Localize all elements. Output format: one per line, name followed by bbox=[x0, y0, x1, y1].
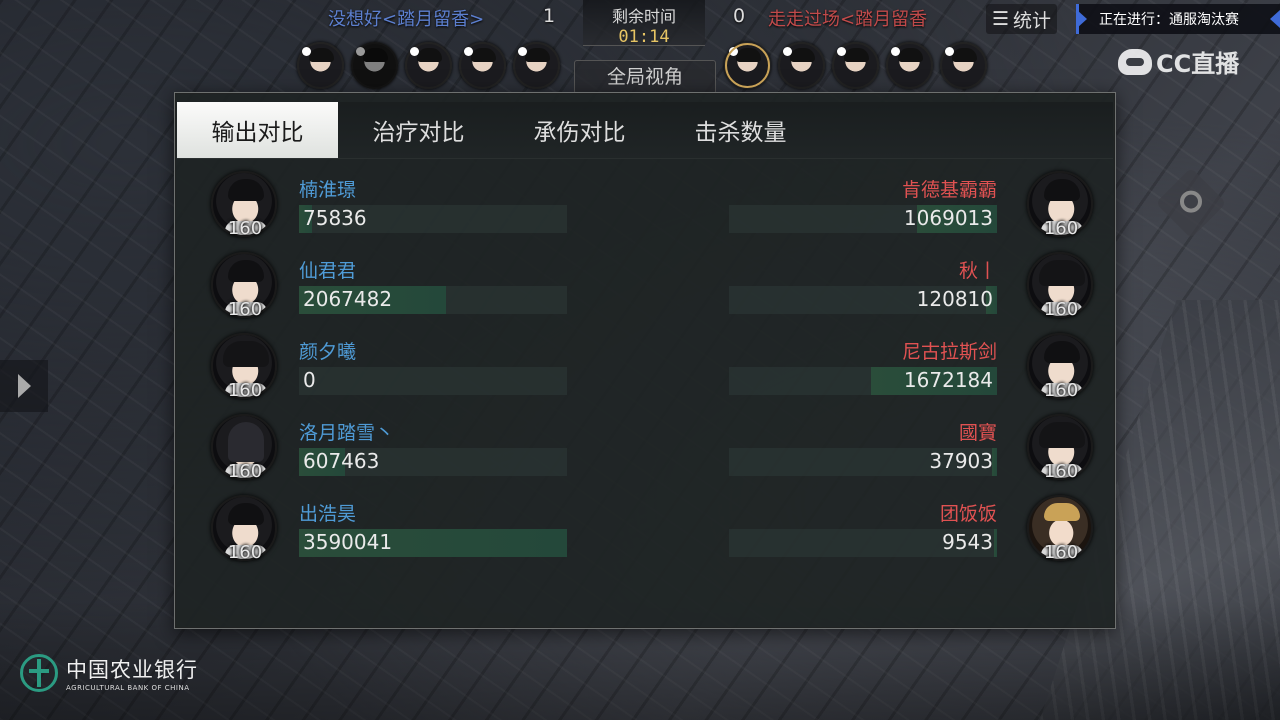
bank-logo-icon bbox=[20, 654, 58, 692]
damage-value: 37903 bbox=[929, 449, 993, 473]
team-left-score: 1 bbox=[543, 5, 556, 27]
damage-bar: 1672184 bbox=[729, 367, 997, 395]
team-right-portraits bbox=[724, 42, 987, 89]
team-right-portrait[interactable] bbox=[886, 42, 933, 89]
damage-value: 1069013 bbox=[903, 206, 993, 230]
damage-bar: 37903 bbox=[729, 448, 997, 476]
timer-value: 01:14 bbox=[618, 27, 670, 47]
player-level: 160 bbox=[227, 542, 263, 563]
damage-value: 9543 bbox=[942, 530, 993, 554]
damage-bar: 9543 bbox=[729, 529, 997, 557]
team-left-portrait[interactable] bbox=[351, 42, 398, 89]
player-name: 洛月踏雪丶 bbox=[299, 422, 395, 444]
player-name: 出浩昊 bbox=[299, 503, 357, 525]
damage-value: 2067482 bbox=[303, 287, 393, 311]
match-hud: 没想好<踏月留香> 1 剩余时间 01:14 0 走走过场<踏月留香 ☰ 统计 … bbox=[0, 0, 1280, 94]
damage-bar: 2067482 bbox=[299, 286, 567, 314]
team-left-portraits bbox=[297, 42, 560, 89]
player-level: 160 bbox=[227, 461, 263, 482]
team-left-portrait[interactable] bbox=[459, 42, 506, 89]
stats-label: 统计 bbox=[1013, 9, 1052, 32]
damage-value: 120810 bbox=[916, 287, 993, 311]
bank-name-en: AGRICULTURAL BANK OF CHINA bbox=[66, 684, 190, 692]
team-left-portrait[interactable] bbox=[513, 42, 560, 89]
player-name: 肯德基霸霸 bbox=[901, 179, 997, 201]
cc-live-watermark: CC直播 bbox=[1118, 44, 1239, 79]
player-name: 秋丨 bbox=[958, 260, 997, 282]
player-name: 团饭饭 bbox=[939, 503, 997, 525]
stats-button[interactable]: ☰ 统计 bbox=[986, 4, 1058, 34]
live-banner: 正在进行：通服淘汰赛 bbox=[1076, 4, 1280, 34]
team-right-portrait[interactable] bbox=[832, 42, 879, 89]
chevron-left-icon bbox=[1270, 10, 1280, 28]
damage-bar: 1069013 bbox=[729, 205, 997, 233]
cc-logo-text: CC直播 bbox=[1156, 50, 1240, 78]
live-text: 正在进行：通服淘汰赛 bbox=[1099, 12, 1239, 28]
player-name: 颜夕曦 bbox=[299, 341, 357, 363]
damage-bar: 0 bbox=[299, 367, 567, 395]
side-expand-button[interactable] bbox=[0, 360, 48, 412]
bank-name-cn: 中国农业银行 bbox=[66, 658, 198, 682]
tab-healing[interactable]: 治疗对比 bbox=[338, 102, 499, 158]
menu-icon: ☰ bbox=[992, 8, 1010, 30]
player-level: 160 bbox=[1043, 218, 1079, 239]
player-name: 國寶 bbox=[958, 422, 997, 444]
match-timer: 剩余时间 01:14 bbox=[583, 0, 705, 47]
damage-bar: 75836 bbox=[299, 205, 567, 233]
damage-value: 1672184 bbox=[903, 368, 993, 392]
exit-icon bbox=[1180, 190, 1202, 213]
damage-value: 75836 bbox=[303, 206, 367, 230]
player-level: 160 bbox=[227, 380, 263, 401]
player-level: 160 bbox=[1043, 542, 1079, 563]
damage-bar: 120810 bbox=[729, 286, 997, 314]
team-left-name: 没想好<踏月留香> bbox=[328, 9, 485, 30]
tab-kills[interactable]: 击杀数量 bbox=[660, 102, 821, 158]
stats-tabs: 输出对比 治疗对比 承伤对比 击杀数量 bbox=[177, 102, 1113, 159]
damage-bar: 607463 bbox=[299, 448, 567, 476]
team-right-score: 0 bbox=[733, 5, 746, 27]
cc-logo-icon bbox=[1118, 48, 1152, 75]
stats-panel: 输出对比 治疗对比 承伤对比 击杀数量 160 楠淮璟 75836 160 仙君君 206… bbox=[174, 92, 1116, 629]
damage-value: 607463 bbox=[303, 449, 380, 473]
global-view-button[interactable]: 全局视角 bbox=[574, 60, 716, 94]
player-name: 楠淮璟 bbox=[299, 179, 357, 201]
chevron-right-icon bbox=[17, 374, 31, 398]
chevron-right-icon bbox=[1077, 10, 1087, 28]
team-left-portrait[interactable] bbox=[297, 42, 344, 89]
player-level: 160 bbox=[1043, 461, 1079, 482]
damage-value: 3590041 bbox=[303, 530, 393, 554]
sponsor-logo: 中国农业银行 AGRICULTURAL BANK OF CHINA bbox=[20, 654, 198, 692]
player-name: 尼古拉斯剑 bbox=[901, 341, 997, 363]
bank-logo-text: 中国农业银行 AGRICULTURAL BANK OF CHINA bbox=[66, 654, 198, 692]
player-level: 160 bbox=[1043, 380, 1079, 401]
player-level: 160 bbox=[227, 218, 263, 239]
team-right-portrait[interactable] bbox=[778, 42, 825, 89]
timer-label: 剩余时间 bbox=[611, 7, 676, 26]
damage-bar-fill bbox=[994, 529, 997, 557]
tab-damage-taken[interactable]: 承伤对比 bbox=[499, 102, 660, 158]
tab-damage[interactable]: 输出对比 bbox=[177, 102, 338, 158]
player-level: 160 bbox=[227, 299, 263, 320]
team-right-name: 走走过场<踏月留香 bbox=[768, 9, 928, 30]
team-left-portrait[interactable] bbox=[405, 42, 452, 89]
damage-value: 0 bbox=[303, 368, 316, 392]
player-name: 仙君君 bbox=[299, 260, 357, 282]
team-right-portrait[interactable] bbox=[940, 42, 987, 89]
team-right-portrait[interactable] bbox=[724, 42, 771, 89]
player-level: 160 bbox=[1043, 299, 1079, 320]
damage-bar: 3590041 bbox=[299, 529, 567, 557]
